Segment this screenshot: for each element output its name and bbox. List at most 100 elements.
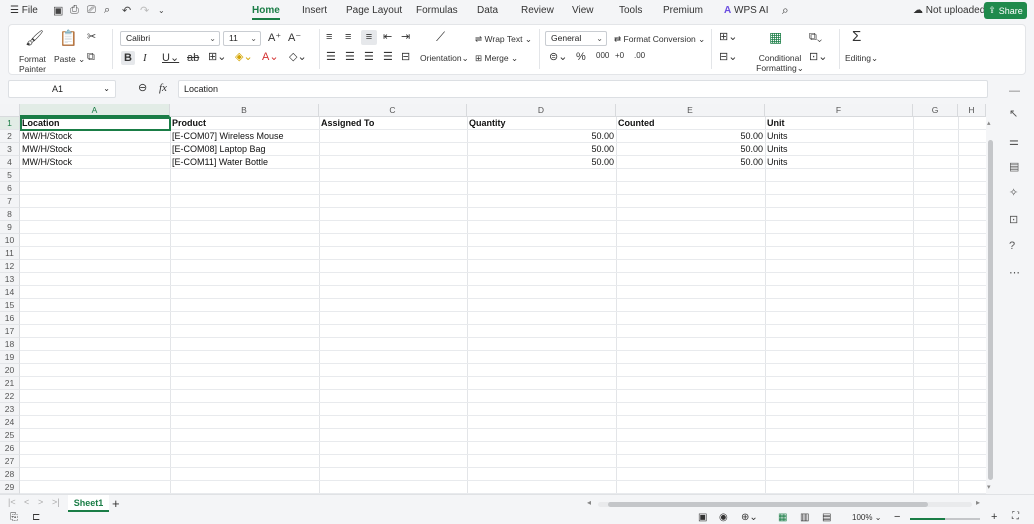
wrap-text-button[interactable]: ⇌ Wrap Text ⌄ <box>475 34 532 45</box>
editing-button[interactable]: Editing⌄ <box>845 53 878 64</box>
first-sheet-icon[interactable]: |< <box>8 498 16 507</box>
align-center-icon[interactable]: ☰ <box>345 52 355 63</box>
cell-b3[interactable]: [E-COM08] Laptop Bag <box>170 143 319 156</box>
cut-icon[interactable]: ✂ <box>87 32 96 43</box>
justify-icon[interactable]: ☰ <box>383 52 393 63</box>
row-header[interactable]: 10 <box>0 234 20 247</box>
zoom-in-icon[interactable]: + <box>991 512 997 523</box>
row-header[interactable]: 4 <box>0 156 20 169</box>
page-setup-icon[interactable]: ▣ <box>698 513 707 523</box>
align-right-icon[interactable]: ☰ <box>364 52 374 63</box>
orientation-icon[interactable]: ⟋ <box>436 30 445 43</box>
distributed-icon[interactable]: ⊟ <box>401 52 410 63</box>
row-header[interactable]: 20 <box>0 364 20 377</box>
cell-f4[interactable]: Units <box>765 156 913 169</box>
cell-d4[interactable]: 50.00 <box>467 156 616 169</box>
select-all-corner[interactable] <box>0 104 20 117</box>
last-sheet-icon[interactable]: >| <box>52 498 60 507</box>
fullscreen-icon[interactable]: ⛶ <box>1012 512 1019 522</box>
redo-icon[interactable]: ↷ <box>140 4 149 17</box>
align-left-icon[interactable]: ☰ <box>326 52 336 63</box>
column-header-e[interactable]: E <box>616 104 765 117</box>
conditional-formatting-button[interactable]: Conditional Formatting⌄ <box>754 53 806 73</box>
strikethrough-icon[interactable]: ab <box>187 53 199 64</box>
paste-icon[interactable]: 📋 <box>59 31 78 46</box>
cell-d1[interactable]: Quantity <box>467 117 616 130</box>
number-format-select[interactable]: General ⌄ <box>545 31 607 46</box>
underline-icon[interactable]: U⌄ <box>162 53 179 64</box>
indent-increase-icon[interactable]: ⇥ <box>401 32 410 43</box>
export-icon[interactable]: ⎙ <box>70 4 79 17</box>
cell-d3[interactable]: 50.00 <box>467 143 616 156</box>
page-break-view-icon[interactable]: ▤ <box>822 513 831 523</box>
help-icon[interactable]: ? <box>1009 241 1015 252</box>
undo-icon[interactable]: ↶ <box>122 4 131 17</box>
table-style-icon[interactable]: ⊞⌄ <box>719 32 737 43</box>
sum-icon[interactable]: Σ <box>852 29 861 44</box>
clear-format-icon[interactable]: ◇⌄ <box>289 52 307 63</box>
zoom-level[interactable]: 100% ⌄ <box>852 514 881 522</box>
print-preview-icon[interactable]: ⌕ <box>104 4 110 17</box>
column-header-f[interactable]: F <box>765 104 913 117</box>
row-header[interactable]: 21 <box>0 377 20 390</box>
share-button[interactable]: ⇪ Share <box>984 2 1027 19</box>
cell-b2[interactable]: [E-COM07] Wireless Mouse <box>170 130 319 143</box>
wps-ai-button[interactable]: A WPS AI <box>724 5 768 16</box>
magic-icon[interactable]: ✧ <box>1009 188 1018 199</box>
font-name-select[interactable]: Calibri ⌄ <box>120 31 220 46</box>
sheet-tab-sheet1[interactable]: Sheet1 <box>68 495 109 512</box>
cell-b1[interactable]: Product <box>170 117 319 130</box>
align-top-icon[interactable]: ≡ <box>326 32 332 43</box>
horizontal-scrollbar[interactable] <box>598 502 972 507</box>
font-size-select[interactable]: 11 ⌄ <box>223 31 261 46</box>
scroll-down-icon[interactable]: ▾ <box>987 484 991 491</box>
spreadsheet-grid[interactable]: A B C D E F G H 1 2 3 4 5 6 7 8 9 10 11 12 13 14 15 16 1… <box>0 104 986 494</box>
cell-a2[interactable]: MW/H/Stock <box>20 130 170 143</box>
tab-insert[interactable]: Insert <box>302 5 327 16</box>
cell-e4[interactable]: 50.00 <box>616 156 765 169</box>
cell-c4[interactable] <box>319 156 467 169</box>
row-header[interactable]: 3 <box>0 143 20 156</box>
currency-icon[interactable]: ⊜⌄ <box>549 52 567 63</box>
italic-icon[interactable]: I <box>143 53 147 64</box>
increase-decimal-icon[interactable]: +0 <box>615 52 624 60</box>
horizontal-scroll-thumb[interactable] <box>608 502 928 507</box>
column-header-h[interactable]: H <box>958 104 986 117</box>
layout-icon[interactable]: ⊏ <box>32 513 40 523</box>
row-header[interactable]: 25 <box>0 429 20 442</box>
percent-icon[interactable]: % <box>576 52 586 63</box>
vertical-scrollbar[interactable]: ▴ ▾ <box>986 118 995 494</box>
row-header[interactable]: 5 <box>0 169 20 182</box>
function-icon[interactable]: fx <box>159 83 167 94</box>
next-sheet-icon[interactable]: > <box>38 498 43 507</box>
tab-page-layout[interactable]: Page Layout <box>346 5 402 16</box>
row-header[interactable]: 12 <box>0 260 20 273</box>
cell-a4[interactable]: MW/H/Stock <box>20 156 170 169</box>
column-header-d[interactable]: D <box>467 104 616 117</box>
row-header[interactable]: 8 <box>0 208 20 221</box>
cell-style-icon[interactable]: ⊟⌄ <box>719 52 737 63</box>
more-icon[interactable]: ⋯ <box>1009 268 1020 279</box>
format-painter-icon[interactable]: 🖌 <box>25 31 44 46</box>
bold-icon[interactable]: B <box>121 51 135 65</box>
row-header[interactable]: 29 <box>0 481 20 494</box>
adjust-icon[interactable]: ⚌ <box>1009 137 1019 148</box>
cell-e3[interactable]: 50.00 <box>616 143 765 156</box>
cell-f3[interactable]: Units <box>765 143 913 156</box>
align-middle-icon[interactable]: ≡ <box>345 32 351 43</box>
copy-icon[interactable]: ⧉ <box>87 52 95 63</box>
row-header[interactable]: 18 <box>0 338 20 351</box>
cell-f1[interactable]: Unit <box>765 117 913 130</box>
row-header[interactable]: 15 <box>0 299 20 312</box>
backup-icon[interactable]: ⊡ <box>1009 215 1018 226</box>
row-header[interactable]: 26 <box>0 442 20 455</box>
orientation-button[interactable]: Orientation⌄ <box>420 53 469 64</box>
row-header[interactable]: 6 <box>0 182 20 195</box>
fill-color-icon[interactable]: ◈⌄ <box>235 52 253 63</box>
scroll-right-icon[interactable]: ▸ <box>976 499 980 507</box>
row-header[interactable]: 9 <box>0 221 20 234</box>
row-header[interactable]: 7 <box>0 195 20 208</box>
row-header[interactable]: 22 <box>0 390 20 403</box>
row-column-icon[interactable]: ⊡⌄ <box>809 52 827 63</box>
tab-formulas[interactable]: Formulas <box>416 5 458 16</box>
